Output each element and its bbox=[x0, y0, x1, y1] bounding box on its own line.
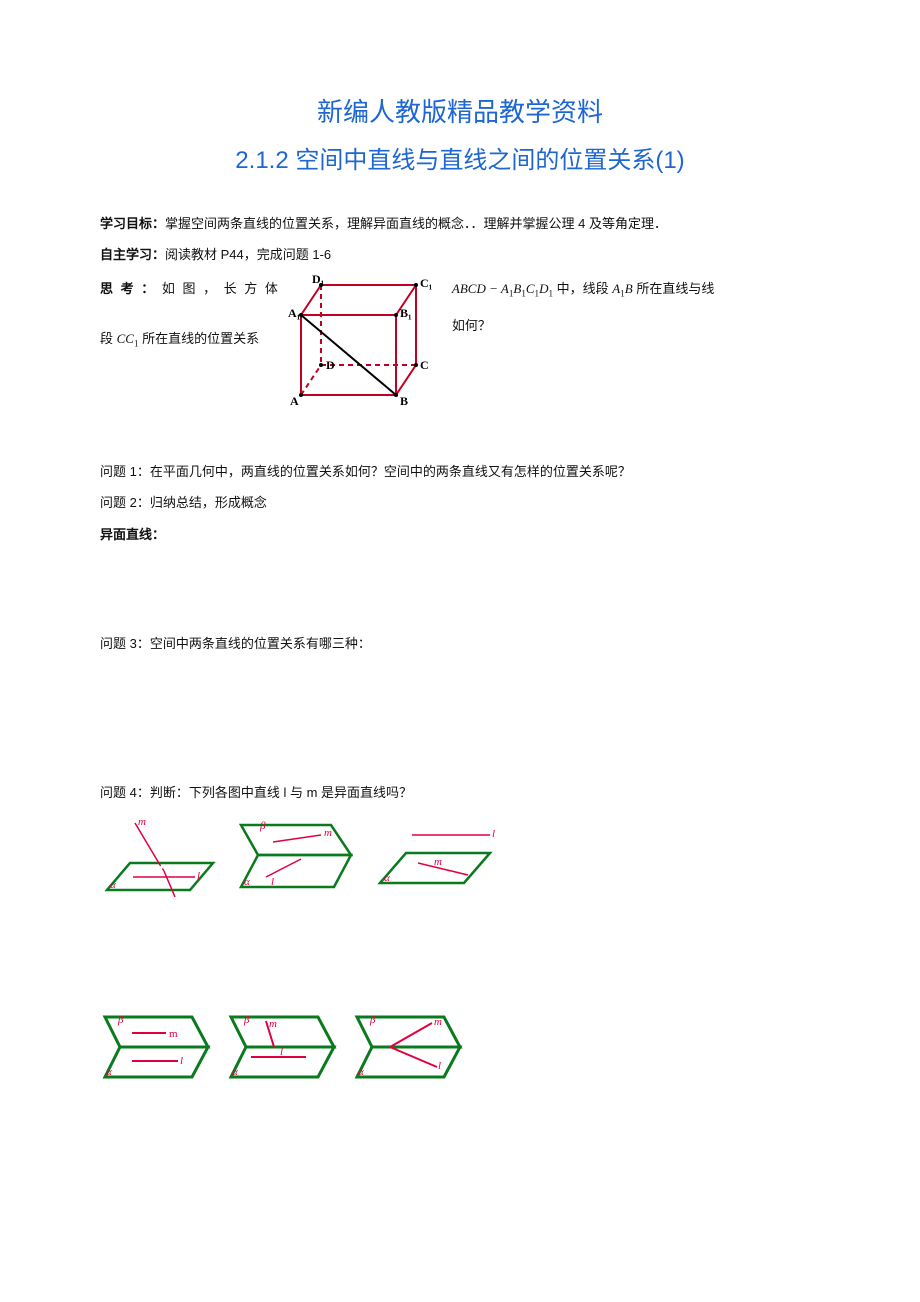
fig5-beta: β bbox=[243, 1014, 250, 1026]
fig6-beta: β bbox=[369, 1014, 376, 1026]
fig6-m: m bbox=[434, 1016, 442, 1028]
fig1-m: m bbox=[138, 816, 146, 828]
think-after-a1b: 所在直线与线 bbox=[633, 281, 715, 296]
diagram-1: m l α bbox=[100, 815, 230, 903]
diagram-6: β m l α bbox=[352, 1009, 472, 1087]
diagram-3: l m α bbox=[372, 815, 502, 903]
cube-label-A: A bbox=[290, 394, 299, 408]
think-right-2: 如何？ bbox=[452, 314, 820, 337]
fig5-m: m bbox=[269, 1018, 277, 1030]
fig2-l: l bbox=[271, 876, 274, 888]
diagram-row-1: m l α β m l α l m α bbox=[100, 815, 820, 903]
self-study: 自主学习：阅读教材 P44，完成问题 1-6 bbox=[100, 243, 820, 266]
cube-label-D: D bbox=[326, 358, 335, 372]
learning-objective: 学习目标：掌握空间两条直线的位置关系，理解异面直线的概念．．理解并掌握公理 4 … bbox=[100, 212, 820, 235]
self-study-label: 自主学习： bbox=[100, 247, 165, 262]
objective-text: 掌握空间两条直线的位置关系，理解异面直线的概念．．理解并掌握公理 4 及等角定理… bbox=[165, 216, 667, 231]
cube-label-D1: D₁ bbox=[312, 275, 325, 286]
cube-label-B: B bbox=[400, 394, 408, 408]
diagram-5: β m l α bbox=[226, 1009, 346, 1087]
question-3: 问题 3：空间中两条直线的位置关系有哪三种： bbox=[100, 632, 820, 655]
page-title-sub: 2.1.2 空间中直线与直线之间的位置关系(1) bbox=[100, 139, 820, 182]
fig5-l: l bbox=[280, 1046, 283, 1058]
think-row2-pre: 段 bbox=[100, 331, 117, 346]
fig3-alpha: α bbox=[384, 872, 390, 884]
question-4: 问题 4：判断：下列各图中直线 l 与 m 是异面直线吗？ bbox=[100, 781, 820, 804]
think-row2-post: 所在直线的位置关系 bbox=[139, 331, 260, 346]
fig6-alpha: α bbox=[358, 1066, 364, 1078]
think-right-1: ABCD − A1B1C1D1 中，线段 A1B 所在直线与线 如何？ bbox=[452, 275, 820, 337]
fig4-beta: β bbox=[117, 1014, 124, 1026]
objective-label: 学习目标： bbox=[100, 216, 165, 231]
fig3-l: l bbox=[492, 828, 495, 840]
diagram-2: β m l α bbox=[236, 815, 366, 903]
question-1: 问题 1：在平面几何中，两直线的位置关系如何？空间中的两条直线又有怎样的位置关系… bbox=[100, 460, 820, 483]
cube-svg: D₁ C₁ A₁ B₁ D C A B bbox=[286, 275, 446, 415]
cube-label-B1: B₁ bbox=[400, 306, 412, 320]
page-title-main: 新编人教版精品教学资料 bbox=[100, 90, 820, 137]
math-abcd: ABCD − A1B1C1D1 bbox=[452, 281, 553, 296]
think-pre-cube: 如 图 ， 长 方 体 bbox=[156, 281, 280, 296]
think-left-2: 段 CC1 所在直线的位置关系 bbox=[100, 307, 259, 352]
question-2: 问题 2：归纳总结，形成概念 bbox=[100, 491, 820, 514]
fig4-alpha: α bbox=[106, 1066, 112, 1078]
cube-label-A1: A₁ bbox=[288, 306, 301, 320]
cube-label-C: C bbox=[420, 358, 429, 372]
think-left-1: 思 考 ： 如 图 ， 长 方 体 bbox=[100, 275, 280, 300]
fig2-m: m bbox=[324, 827, 332, 839]
fig3-m: m bbox=[434, 856, 442, 868]
self-study-text: 阅读教材 P44，完成问题 1-6 bbox=[165, 247, 331, 262]
think-label: 思 考 ： bbox=[100, 281, 156, 296]
fig1-alpha: α bbox=[110, 879, 116, 891]
fig5-alpha: α bbox=[232, 1066, 238, 1078]
fig2-alpha: α bbox=[244, 876, 250, 888]
fig1-l: l bbox=[197, 870, 200, 882]
cube-label-C1: C₁ bbox=[420, 276, 433, 290]
think-row2-right: 如何？ bbox=[452, 318, 491, 333]
diagram-4: β m l α bbox=[100, 1009, 220, 1087]
diagram-row-2: β m l α β m l α β m l α bbox=[100, 1009, 820, 1087]
think-in-text: 中，线段 bbox=[553, 281, 612, 296]
fig2-beta: β bbox=[259, 820, 266, 832]
math-a1b: A1B bbox=[612, 281, 632, 296]
fig4-m: m bbox=[169, 1028, 178, 1040]
fig6-l: l bbox=[438, 1060, 441, 1072]
cube-figure: D₁ C₁ A₁ B₁ D C A B bbox=[286, 275, 446, 415]
math-cc1: CC1 bbox=[117, 331, 139, 346]
skew-lines-label: 异面直线： bbox=[100, 523, 820, 546]
fig4-l: l bbox=[180, 1055, 183, 1067]
